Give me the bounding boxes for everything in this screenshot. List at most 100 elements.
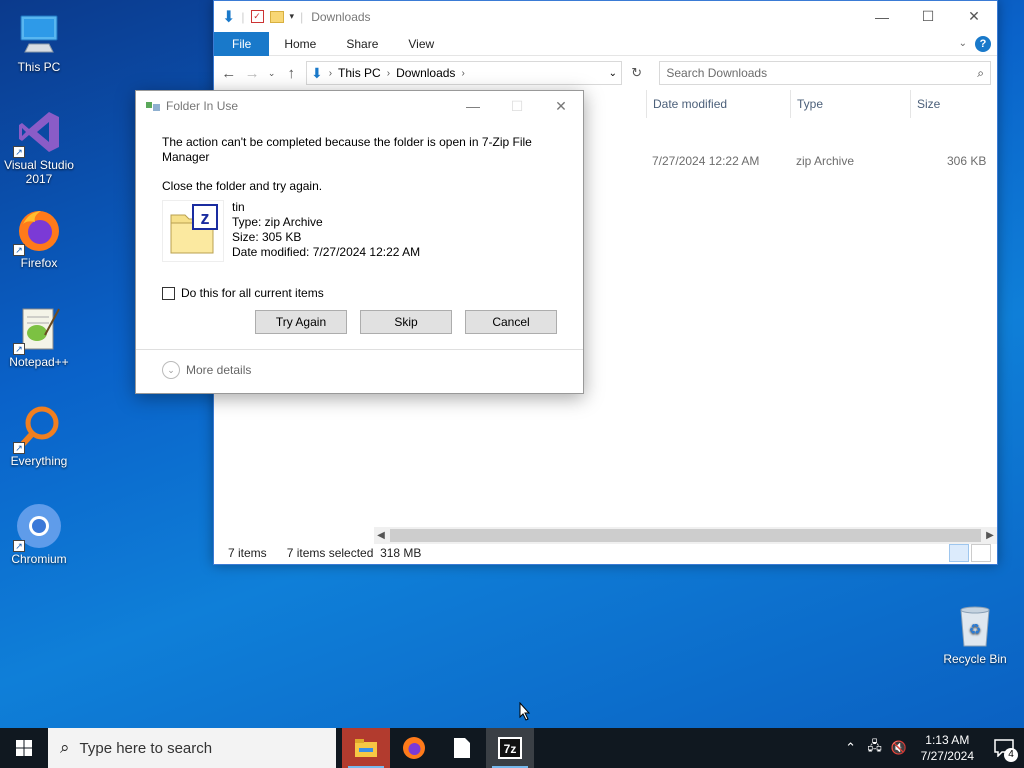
show-hidden-icons-icon[interactable]: ⌃ xyxy=(839,740,863,756)
more-details-label: More details xyxy=(186,363,252,377)
cell-date-modified: 7/27/2024 12:22 AM xyxy=(652,154,760,168)
more-details-toggle[interactable]: ⌄ More details xyxy=(162,361,251,379)
chevron-right-icon: › xyxy=(328,67,333,79)
desktop-icon-firefox[interactable]: ↗ Firefox xyxy=(0,206,78,270)
file-explorer-icon xyxy=(355,739,377,757)
desktop-icon-label: Notepad++ xyxy=(9,355,69,369)
download-arrow-icon: ⬇ xyxy=(222,8,236,26)
dialog-title: Folder In Use xyxy=(166,99,239,113)
try-again-button[interactable]: Try Again xyxy=(255,310,347,334)
expand-ribbon-icon[interactable]: ⌄ xyxy=(959,38,967,49)
apply-all-checkbox[interactable] xyxy=(162,286,175,300)
close-button[interactable]: ✕ xyxy=(951,1,997,32)
firefox-icon xyxy=(403,737,425,759)
dialog-titlebar: Folder In Use — ☐ ✕ xyxy=(136,91,583,121)
maximize-button[interactable]: ☐ xyxy=(905,1,951,32)
cell-type: zip Archive xyxy=(796,154,855,168)
taskbar-notepad[interactable] xyxy=(438,728,486,768)
column-type[interactable]: Type xyxy=(790,90,910,118)
forward-button[interactable]: → xyxy=(243,65,260,82)
dialog-minimize-button[interactable]: — xyxy=(451,91,495,121)
desktop-icon-label: This PC xyxy=(17,60,61,74)
dialog-instruction: Close the folder and try again. xyxy=(162,179,323,193)
column-size[interactable]: Size xyxy=(910,90,990,118)
cell-size: 306 KB xyxy=(947,154,987,168)
address-dropdown-icon[interactable]: ⌄ xyxy=(609,68,617,79)
search-input[interactable]: Search Downloads ⌕ xyxy=(659,61,991,85)
new-folder-icon[interactable] xyxy=(269,10,284,23)
desktop-icon-chromium[interactable]: ↗ Chromium xyxy=(0,502,78,566)
taskbar-search-placeholder: Type here to search xyxy=(79,739,213,757)
properties-icon[interactable]: ✓ xyxy=(250,10,264,23)
scroll-left-icon[interactable]: ◀ xyxy=(374,530,388,541)
search-icon: ⌕ xyxy=(977,65,984,80)
svg-text:z: z xyxy=(201,208,210,228)
shortcut-arrow-icon: ↗ xyxy=(13,540,25,552)
desktop-icon-label: Everything xyxy=(10,454,68,468)
clock-time: 1:13 AM xyxy=(925,733,970,747)
clock[interactable]: 1:13 AM 7/27/2024 xyxy=(911,732,984,764)
apply-all-label[interactable]: Do this for all current items xyxy=(181,286,324,300)
document-icon xyxy=(454,738,470,758)
help-icon[interactable]: ? xyxy=(975,35,991,52)
customize-toolbar-icon[interactable]: ▾ xyxy=(290,11,295,22)
taskbar-firefox[interactable] xyxy=(390,728,438,768)
volume-muted-icon[interactable]: 🔇 xyxy=(887,740,911,756)
computer-icon xyxy=(15,10,63,58)
large-icons-view-icon[interactable] xyxy=(971,544,991,562)
details-view-icon[interactable] xyxy=(949,544,969,562)
tab-home[interactable]: Home xyxy=(269,32,331,56)
ribbon-tabs: File Home Share View ⌄ ? xyxy=(214,31,997,56)
refresh-button[interactable]: ↻ xyxy=(628,65,645,81)
start-button[interactable] xyxy=(0,728,48,768)
desktop-icon-everything[interactable]: ↗ Everything xyxy=(0,404,78,468)
shortcut-arrow-icon: ↗ xyxy=(13,244,25,256)
cancel-button[interactable]: Cancel xyxy=(465,310,557,334)
chevron-down-icon: ⌄ xyxy=(162,361,180,379)
folder-in-use-dialog: Folder In Use — ☐ ✕ The action can't be … xyxy=(135,90,584,394)
back-button[interactable]: ← xyxy=(220,65,237,82)
explorer-titlebar: ⬇ | ✓ ▾ | Downloads — ☐ ✕ xyxy=(214,1,997,32)
tab-view[interactable]: View xyxy=(393,32,449,56)
shortcut-arrow-icon: ↗ xyxy=(13,343,25,355)
everything-search-icon: ↗ xyxy=(13,404,63,454)
desktop-icon-label: Firefox xyxy=(20,256,58,270)
desktop-icon-this-pc[interactable]: This PC xyxy=(0,10,78,74)
dialog-close-button[interactable]: ✕ xyxy=(539,91,583,121)
column-date-modified[interactable]: Date modified xyxy=(646,90,790,118)
file-type: Type: zip Archive xyxy=(232,215,323,229)
search-icon: ⌕ xyxy=(60,738,70,757)
breadcrumb-this-pc[interactable]: This PC xyxy=(338,66,381,80)
tab-share[interactable]: Share xyxy=(331,32,393,56)
mouse-cursor-icon xyxy=(519,702,531,721)
recycle-bin-icon: ♻ xyxy=(951,602,999,650)
address-bar[interactable]: ⬇ › This PC › Downloads › ⌄ xyxy=(305,61,622,85)
desktop-icon-visual-studio[interactable]: ↗ Visual Studio 2017 xyxy=(0,108,78,186)
taskbar-search-input[interactable]: ⌕ Type here to search xyxy=(48,728,336,768)
tab-file[interactable]: File xyxy=(214,31,270,56)
dialog-app-icon xyxy=(146,100,160,112)
action-center-button[interactable]: 4 xyxy=(984,728,1024,768)
notification-count-badge: 4 xyxy=(1004,748,1018,762)
minimize-button[interactable]: — xyxy=(859,1,905,32)
shortcut-arrow-icon: ↗ xyxy=(13,146,25,158)
breadcrumb-downloads[interactable]: Downloads xyxy=(396,66,455,80)
quick-access-toolbar: ⬇ | ✓ ▾ | xyxy=(222,8,304,26)
up-button[interactable]: ↑ xyxy=(283,65,300,82)
file-info: z tin Type: zip Archive Size: 305 KB Dat… xyxy=(162,200,557,262)
recent-locations-icon[interactable]: ⌄ xyxy=(267,68,277,79)
desktop-icon-notepad-plus-plus[interactable]: ↗ Notepad++ xyxy=(0,305,78,369)
taskbar-7zip[interactable]: 7z xyxy=(486,728,534,768)
system-tray: ⌃ 🖧 🔇 1:13 AM 7/27/2024 4 xyxy=(839,728,1024,768)
desktop-icon-label: Chromium xyxy=(11,552,67,566)
status-item-count: 7 items xyxy=(228,546,267,560)
status-bar: 7 items 7 items selected 318 MB xyxy=(214,542,997,564)
scrollbar-thumb[interactable] xyxy=(390,529,981,542)
address-row: ← → ⌄ ↑ ⬇ › This PC › Downloads › ⌄ ↻ Se… xyxy=(214,56,997,90)
skip-button[interactable]: Skip xyxy=(360,310,452,334)
taskbar-file-explorer[interactable] xyxy=(342,728,390,768)
scroll-right-icon[interactable]: ▶ xyxy=(983,530,997,541)
clock-date: 7/27/2024 xyxy=(920,749,974,763)
desktop-icon-recycle-bin[interactable]: ♻ Recycle Bin xyxy=(936,602,1014,666)
network-icon[interactable]: 🖧 xyxy=(863,737,887,759)
